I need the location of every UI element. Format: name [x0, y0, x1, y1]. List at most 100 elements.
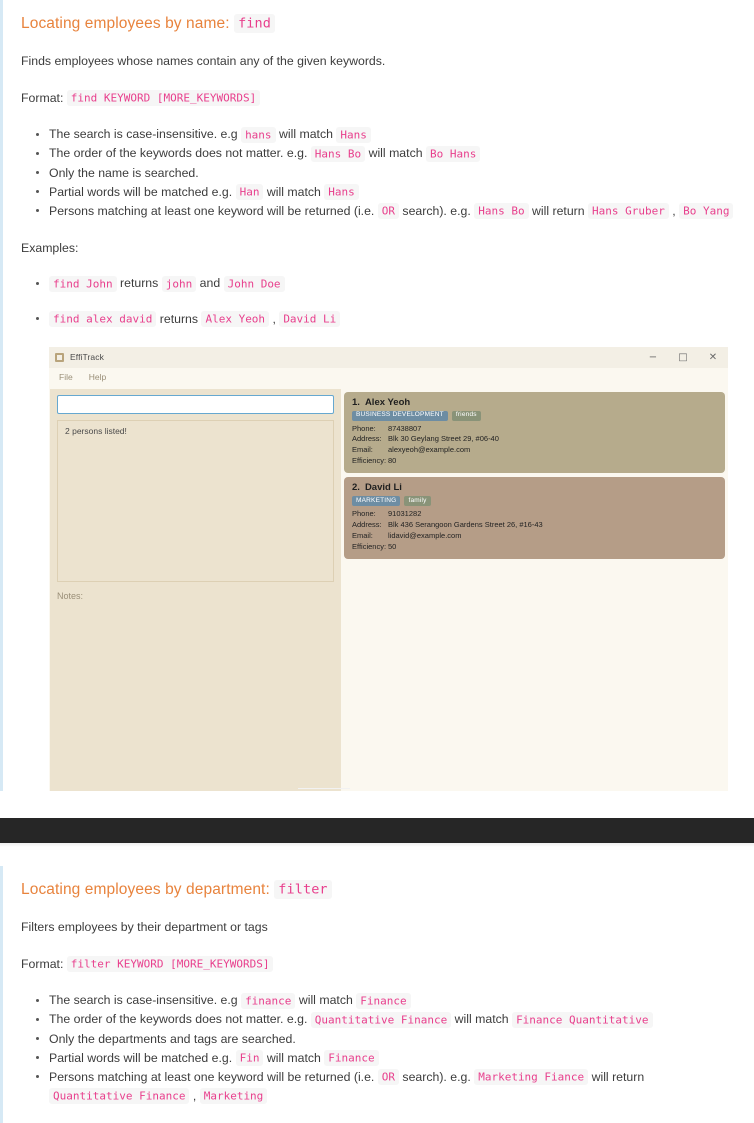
inline-code: Finance: [356, 992, 411, 1009]
inline-text: Partial words will be matched e.g.: [49, 1050, 236, 1065]
app-left-pane: 2 persons listed! Notes:: [50, 388, 341, 791]
inline-code: OR: [377, 203, 400, 220]
tag-badge: friends: [451, 410, 481, 421]
person-email-row: Email: alexyeoh@example.com: [352, 445, 717, 456]
person-email-label: Email:: [352, 445, 373, 455]
page-title-find: Locating employees by name: find: [21, 13, 736, 34]
window-controls: − □ ✕: [638, 347, 728, 368]
person-phone-label: Phone:: [352, 423, 376, 433]
inline-code: Han: [235, 184, 264, 201]
person-efficiency-label: Efficiency:: [352, 541, 387, 551]
list-item: Only the name is searched.: [36, 164, 736, 183]
person-address-row: Address: Blk 30 Geylang Street 29, #06-40: [352, 434, 717, 445]
person-efficiency-label: Efficiency:: [352, 456, 387, 466]
person-email-value: lidavid@example.com: [388, 530, 462, 540]
inline-text: Partial words will be matched e.g.: [49, 184, 236, 199]
app-logo-icon: [55, 352, 64, 362]
person-card[interactable]: 1. Alex Yeoh BUSINESS DEVELOPMENT friends Ph…: [344, 391, 725, 474]
inline-text: Only the name is searched.: [49, 165, 199, 180]
thin-divider: [298, 788, 350, 789]
person-badges: BUSINESS DEVELOPMENT friends: [352, 410, 717, 421]
person-name-row: 2. David Li: [352, 482, 717, 493]
person-efficiency-row: Efficiency: 50: [352, 542, 717, 553]
find-command-section: Locating employees by name: find Finds e…: [0, 0, 754, 791]
person-efficiency-value: 50: [388, 541, 397, 551]
inline-code: find John: [49, 275, 117, 292]
filter-format-label: Format:: [21, 956, 64, 971]
inline-code: finance: [241, 992, 296, 1009]
inline-text: Only the departments and tags are search…: [49, 1031, 296, 1046]
list-item: Persons matching at least one keyword wi…: [36, 1068, 736, 1105]
person-efficiency-row: Efficiency: 80: [352, 456, 717, 467]
inline-code: Hans Bo: [310, 145, 366, 162]
person-phone-row: Phone: 87438807: [352, 424, 717, 435]
inline-text: search). e.g.: [399, 203, 475, 218]
find-heading-code: find: [234, 13, 275, 33]
person-address-label: Address:: [352, 434, 382, 444]
band-shadow: [0, 843, 754, 847]
inline-code: OR: [377, 1069, 400, 1086]
result-message: 2 persons listed!: [65, 425, 127, 436]
inline-code: Quantitative Finance: [310, 1011, 452, 1028]
person-phone-value: 87438807: [388, 423, 422, 433]
person-name-row: 1. Alex Yeoh: [352, 397, 717, 408]
app-titlebar: EffiTrack − □ ✕: [49, 346, 728, 368]
inline-code: Hans Gruber: [588, 203, 669, 220]
person-address-row: Address: Blk 436 Serangoon Gardens Street…: [352, 520, 717, 531]
list-item: find alex david returns Alex Yeoh , Davi…: [36, 310, 736, 329]
find-format-line: Format: find KEYWORD [MORE_KEYWORDS]: [21, 89, 736, 108]
person-email-value: alexyeoh@example.com: [388, 445, 471, 455]
inline-text: will match: [263, 184, 325, 199]
person-name: David Li: [364, 482, 402, 494]
department-badge: MARKETING: [352, 496, 401, 507]
filter-format-line: Format: filter KEYWORD [MORE_KEYWORDS]: [21, 955, 736, 974]
find-rules-list: The search is case-insensitive. e.g hans…: [21, 125, 736, 221]
person-phone-value: 91031282: [388, 509, 422, 519]
inline-code: hans: [241, 126, 276, 143]
list-item: The search is case-insensitive. e.g hans…: [36, 125, 736, 144]
inline-text: Persons matching at least one keyword wi…: [49, 1069, 378, 1084]
find-format-label: Format:: [21, 90, 64, 105]
find-description: Finds employees whose names contain any …: [21, 54, 386, 69]
list-item: Partial words will be matched e.g. Fin w…: [36, 1049, 736, 1068]
page-title-filter: Locating employees by department: filter: [21, 879, 736, 900]
menu-item-help[interactable]: Help: [89, 372, 106, 382]
person-phone-label: Phone:: [352, 509, 376, 519]
inline-code: Hans Bo: [474, 203, 529, 220]
list-item: find John returns john and John Doe: [36, 274, 736, 293]
find-examples-list: find John returns john and John Doe find …: [21, 274, 736, 328]
menu-item-file[interactable]: File: [59, 372, 73, 382]
inline-text: The order of the keywords does not matte…: [49, 146, 311, 161]
person-address-value: Blk 30 Geylang Street 29, #06-40: [388, 434, 499, 444]
person-efficiency-value: 80: [388, 456, 397, 466]
minimize-button[interactable]: −: [638, 347, 668, 368]
app-menubar: File Help: [49, 367, 728, 387]
close-button[interactable]: ✕: [698, 347, 728, 368]
person-card[interactable]: 2. David Li MARKETING family Phone: 91031282 A…: [344, 477, 725, 559]
person-badges: MARKETING family: [352, 496, 717, 507]
inline-text: ,: [269, 311, 280, 326]
inline-code: Finance: [324, 1050, 379, 1067]
command-input[interactable]: [57, 394, 334, 414]
inline-code: Alex Yeoh: [201, 311, 270, 328]
app-body: 2 persons listed! Notes: 1. Alex Yeoh BUSI…: [49, 386, 728, 791]
filter-heading-code: filter: [274, 879, 332, 899]
list-item: Partial words will be matched e.g. Han w…: [36, 183, 736, 202]
inline-text: will return: [588, 1069, 645, 1084]
inline-code: David Li: [279, 311, 341, 328]
person-address-label: Address:: [352, 519, 382, 529]
person-address-value: Blk 436 Serangoon Gardens Street 26, #16…: [388, 519, 543, 529]
person-index: 1.: [352, 396, 360, 408]
inline-code: Bo Yang: [679, 203, 734, 220]
section-separator-band: [0, 818, 754, 843]
inline-code: Marketing Fiance: [474, 1069, 589, 1086]
inline-text: The search is case-insensitive. e.g: [49, 127, 242, 142]
inline-text: search). e.g.: [399, 1069, 475, 1084]
list-item: Only the departments and tags are search…: [36, 1030, 736, 1049]
tag-badge: family: [404, 496, 431, 507]
inline-code: Hans: [324, 184, 359, 201]
inline-code: find alex david: [49, 311, 157, 328]
inline-code: john: [161, 275, 197, 292]
maximize-button[interactable]: □: [668, 347, 698, 368]
result-display-box: 2 persons listed!: [57, 419, 334, 582]
